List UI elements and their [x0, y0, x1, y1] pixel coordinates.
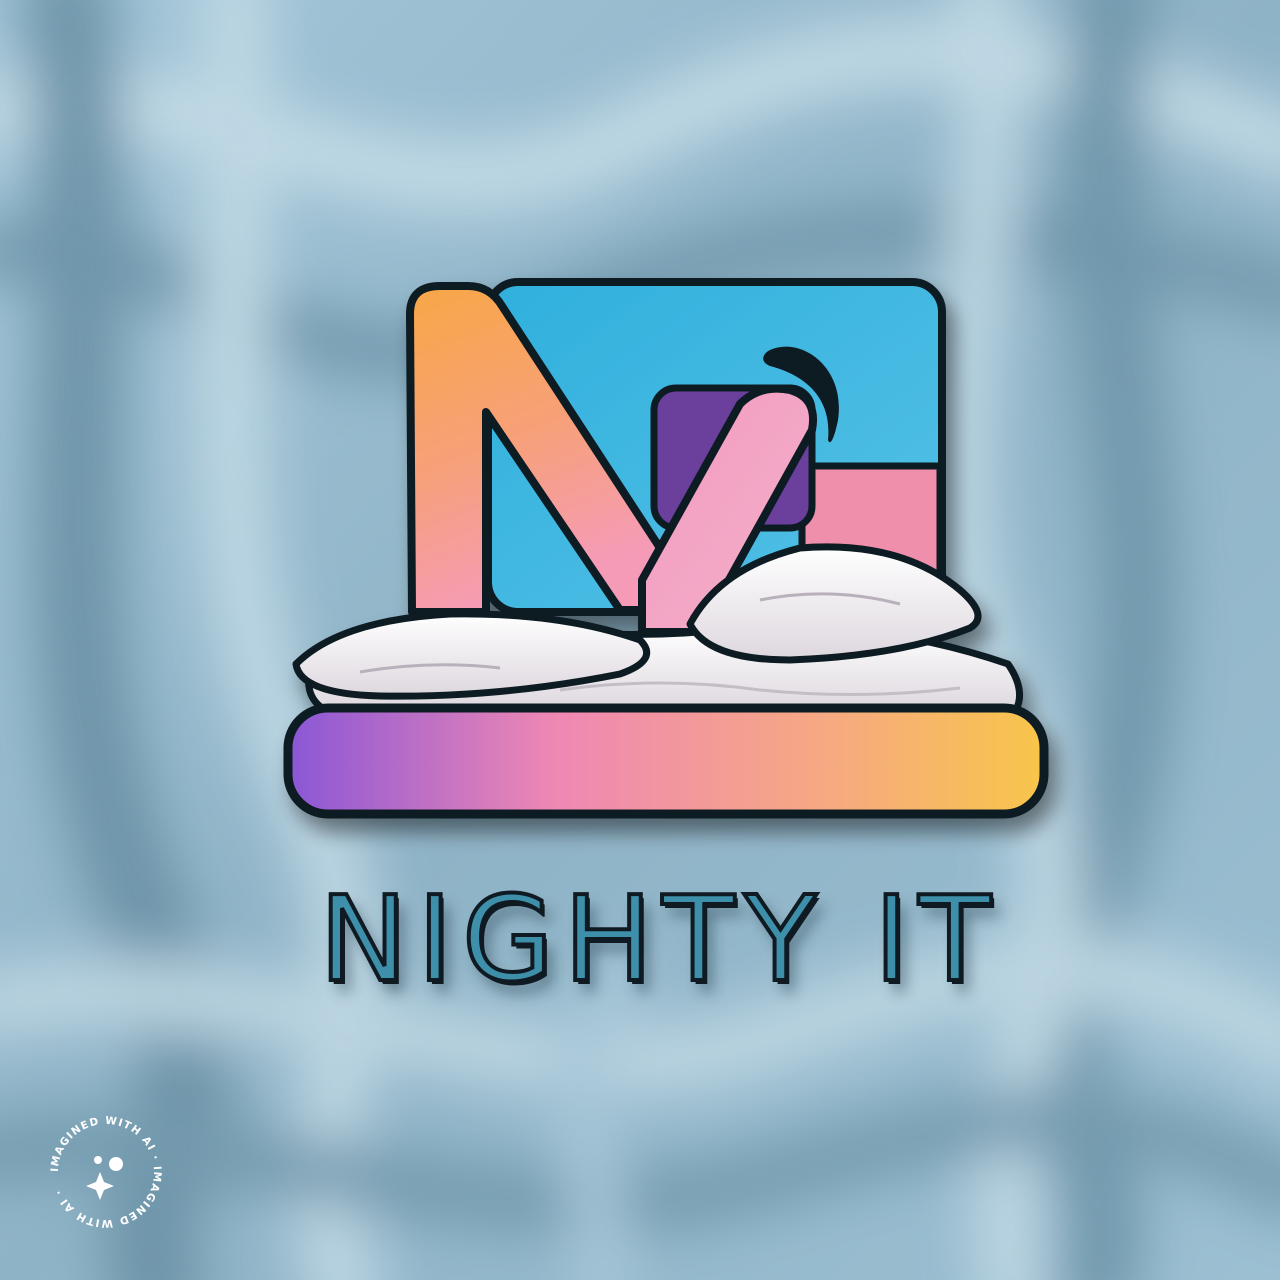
sparkle-icon: [86, 1156, 123, 1200]
svg-text:IMAGINED WITH AI · IMAGINED WI: IMAGINED WITH AI · IMAGINED WITH AI ·: [49, 1115, 163, 1229]
logo-mockup-scene: NIGHTY IT IMAGINED WITH AI · IMAGINED WI…: [0, 0, 1280, 1280]
bed-logo-emblem: [283, 278, 1049, 819]
imagined-with-ai-badge: IMAGINED WITH AI · IMAGINED WITH AI ·: [44, 1110, 168, 1234]
bed-base-bar: [283, 703, 1049, 819]
brand-name-text: NIGHTY IT: [317, 870, 1001, 1008]
watermark-ring-text: IMAGINED WITH AI · IMAGINED WITH AI ·: [49, 1115, 162, 1229]
